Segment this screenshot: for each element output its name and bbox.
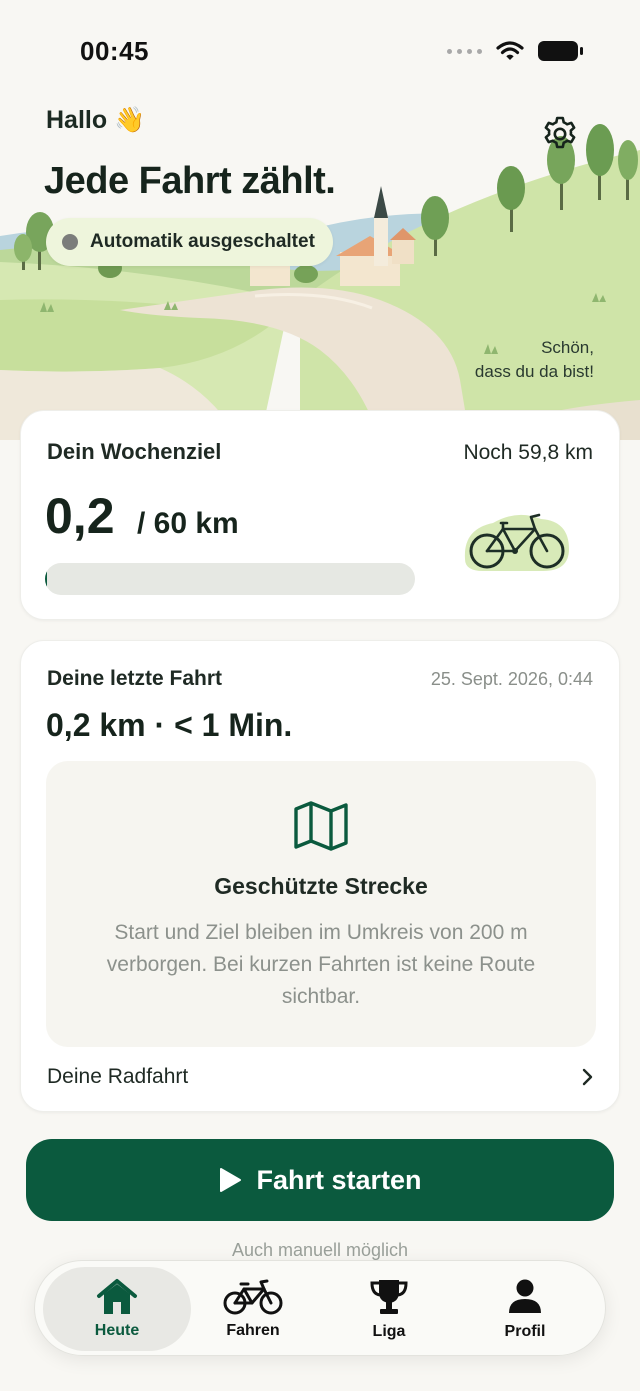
weekly-goal-card[interactable]: Dein Wochenziel Noch 59,8 km 0,2 / 60 km (20, 410, 620, 620)
chevron-right-icon (582, 1068, 593, 1086)
weekly-goal-current: 0,2 (45, 488, 115, 544)
automation-status-pill[interactable]: Automatik ausgeschaltet (46, 218, 333, 266)
play-icon (220, 1168, 242, 1192)
welcome-line-2: dass du da bist! (474, 362, 594, 381)
start-ride-button[interactable]: Fahrt starten (26, 1139, 614, 1221)
status-time: 00:45 (80, 36, 149, 66)
ride-detail-label: Deine Radfahrt (47, 1065, 189, 1088)
status-dot-icon (62, 234, 78, 250)
wifi-icon (496, 41, 524, 60)
tab-fahren[interactable]: Fahren (179, 1267, 327, 1351)
weekly-goal-target: / 60 km (137, 507, 239, 540)
tab-heute[interactable]: Heute (43, 1267, 191, 1351)
automation-status-label: Automatik ausgeschaltet (90, 231, 315, 252)
last-ride-date: 25. Sept. 2026, 0:44 (430, 669, 593, 689)
last-ride-stats: 0,2 km · < 1 Min. (46, 707, 293, 743)
ride-detail-link[interactable]: Deine Radfahrt (47, 1061, 595, 1093)
tab-liga[interactable]: Liga (315, 1267, 463, 1351)
person-icon (509, 1279, 541, 1313)
battery-icon (538, 41, 583, 61)
manual-entry-hint[interactable]: Auch manuell möglich (0, 1240, 640, 1261)
weekly-goal-progress-fill (45, 563, 48, 595)
home-icon (97, 1279, 137, 1314)
start-ride-label: Fahrt starten (256, 1164, 422, 1195)
signal-dots-icon (447, 48, 482, 54)
gear-icon[interactable] (540, 114, 580, 154)
protected-route-text: Start und Ziel bleiben im Umkreis von 20… (106, 921, 536, 1008)
status-icons (447, 40, 584, 62)
status-bar: 00:45 (0, 0, 640, 100)
protected-route-title: Geschützte Strecke (214, 873, 428, 899)
weekly-goal-progress-bar (45, 563, 415, 595)
protected-route-box: Geschützte Strecke Start und Ziel bleibe… (46, 761, 596, 1047)
welcome-line-1: Schön, (541, 338, 594, 357)
tab-bar: Heute Fahren Liga Profil (34, 1260, 606, 1356)
greeting: Hallo 👋 (46, 106, 146, 134)
last-ride-card: Deine letzte Fahrt 25. Sept. 2026, 0:44 … (20, 640, 620, 1112)
tab-label: Liga (372, 1323, 406, 1340)
bicycle-illustration (464, 513, 569, 571)
welcome-message: Schön, dass du da bist! (475, 336, 594, 384)
last-ride-title: Deine letzte Fahrt (47, 667, 223, 690)
weekly-goal-remaining: Noch 59,8 km (463, 441, 593, 464)
tab-label: Fahren (226, 1322, 280, 1339)
page-title: Jede Fahrt zählt. (44, 160, 336, 202)
tab-profil[interactable]: Profil (451, 1267, 599, 1351)
trophy-icon (370, 1280, 408, 1314)
map-icon (294, 801, 348, 851)
bicycle-icon (223, 1279, 283, 1315)
tab-label: Heute (94, 1322, 140, 1339)
weekly-goal-title: Dein Wochenziel (47, 439, 222, 464)
tab-label: Profil (504, 1323, 546, 1340)
